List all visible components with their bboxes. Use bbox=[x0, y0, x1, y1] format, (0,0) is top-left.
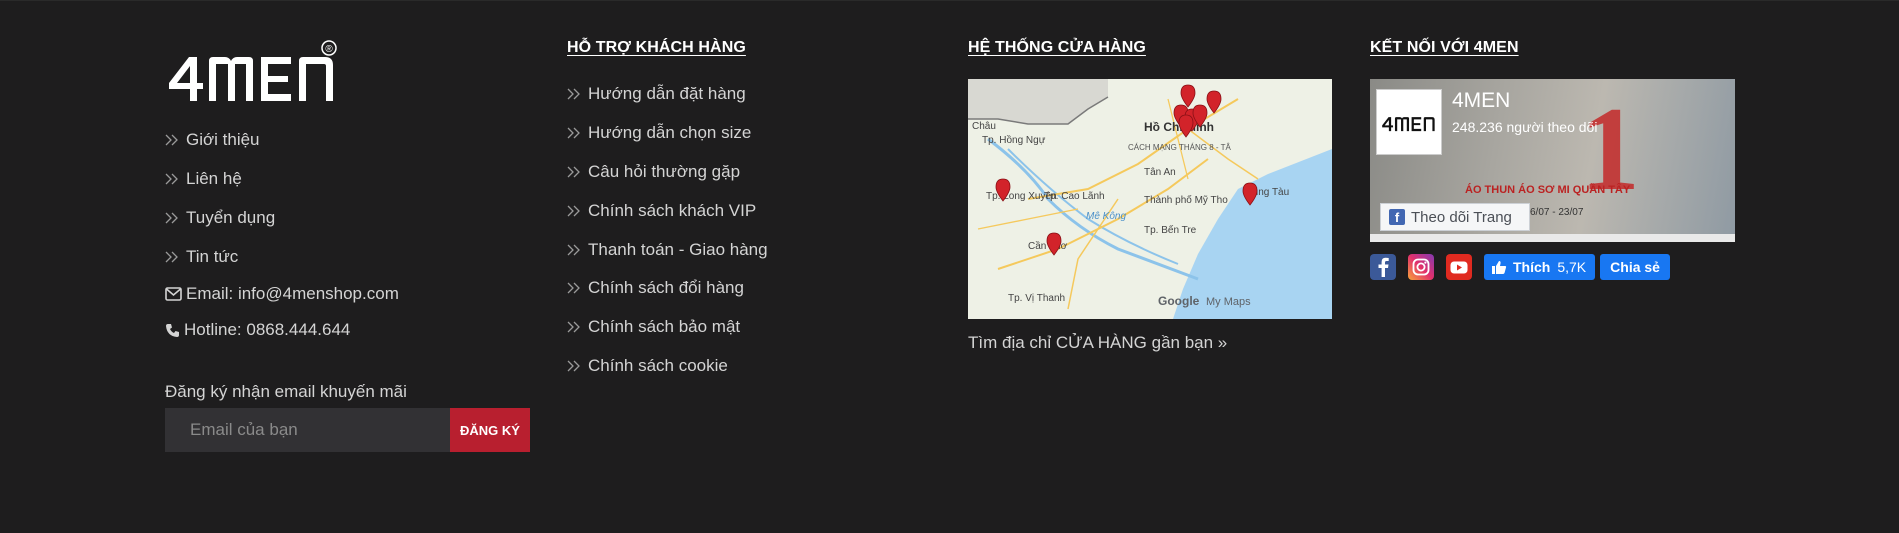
link-label: Tin tức bbox=[186, 246, 239, 266]
footer-about-column: ® Giới thiệu Liên hệ Tuyển dụng Tin tức … bbox=[165, 39, 535, 453]
support-heading: HỖ TRỢ KHÁCH HÀNG bbox=[567, 39, 746, 56]
facebook-share-button[interactable]: Chia sẻ bbox=[1600, 254, 1670, 280]
link-label: Chính sách đổi hàng bbox=[588, 278, 744, 298]
double-chevron-icon bbox=[165, 212, 178, 224]
double-chevron-icon bbox=[567, 282, 580, 294]
about-links: Giới thiệu Liên hệ Tuyển dụng Tin tức bbox=[165, 121, 535, 276]
link-chinh-sach-doi-hang[interactable]: Chính sách đổi hàng bbox=[567, 269, 937, 308]
my-maps-label: My Maps bbox=[1206, 296, 1251, 308]
double-chevron-icon bbox=[567, 205, 580, 217]
facebook-icon[interactable] bbox=[1370, 254, 1396, 280]
map-label: Tp. Bến Tre bbox=[1144, 224, 1197, 236]
envelope-icon bbox=[165, 287, 182, 301]
newsletter-submit-button[interactable]: ĐĂNG KÝ bbox=[450, 408, 530, 453]
double-chevron-icon bbox=[567, 127, 580, 139]
footer-support-column: HỖ TRỢ KHÁCH HÀNG Hướng dẫn đặt hàng Hướ… bbox=[567, 39, 937, 385]
map-label: CÁCH MẠNG THÁNG 8 - TÂ bbox=[1128, 143, 1231, 152]
site-footer: ® Giới thiệu Liên hệ Tuyển dụng Tin tức … bbox=[0, 0, 1899, 533]
link-lien-he[interactable]: Liên hệ bbox=[165, 160, 535, 199]
link-huong-dan-chon-size[interactable]: Hướng dẫn chọn size bbox=[567, 114, 937, 153]
instagram-icon[interactable] bbox=[1408, 254, 1434, 280]
facebook-like-button[interactable]: Thích 5,7K bbox=[1484, 254, 1596, 280]
footer-stores-column: HỆ THỐNG CỬA HÀNG Hồ Chí Minh Tp. Hồng N… bbox=[968, 39, 1338, 353]
contact-email[interactable]: Email: info@4menshop.com bbox=[165, 276, 535, 312]
contact-hotline[interactable]: Hotline: 0868.444.644 bbox=[165, 312, 535, 348]
registered-mark: ® bbox=[325, 44, 333, 55]
link-label: Liên hệ bbox=[186, 169, 242, 189]
follow-label: Theo dõi Trang bbox=[1411, 208, 1512, 226]
stores-heading: HỆ THỐNG CỬA HÀNG bbox=[968, 39, 1146, 56]
link-chinh-sach-bao-mat[interactable]: Chính sách bảo mật bbox=[567, 308, 937, 347]
map-label: Thành phố Mỹ Tho bbox=[1144, 194, 1228, 206]
link-huong-dan-dat-hang[interactable]: Hướng dẫn đặt hàng bbox=[567, 75, 937, 114]
promo-date: 6/07 - 23/07 bbox=[1530, 207, 1584, 218]
like-count: 5,7K bbox=[1557, 259, 1587, 275]
link-chinh-sach-cookie[interactable]: Chính sách cookie bbox=[567, 347, 937, 386]
google-logo: Google bbox=[1158, 294, 1200, 308]
double-chevron-icon bbox=[567, 166, 580, 178]
link-label: Hướng dẫn chọn size bbox=[588, 123, 752, 143]
map-label: Châu bbox=[972, 121, 996, 132]
facebook-icon: f bbox=[1389, 209, 1405, 225]
youtube-icon[interactable] bbox=[1446, 254, 1472, 280]
link-tin-tuc[interactable]: Tin tức bbox=[165, 237, 535, 276]
like-label: Thích bbox=[1513, 259, 1551, 275]
double-chevron-icon bbox=[165, 251, 178, 263]
map-label: Mê Kông bbox=[1086, 211, 1126, 222]
email-text: Email: info@4menshop.com bbox=[186, 284, 399, 304]
4men-avatar-logo bbox=[1382, 117, 1435, 132]
double-chevron-icon bbox=[165, 134, 178, 146]
4men-logo[interactable]: ® bbox=[165, 39, 340, 121]
plugin-bottom-strip bbox=[1370, 234, 1735, 242]
facebook-page-name[interactable]: 4MEN bbox=[1452, 89, 1510, 113]
facebook-followers: 248.236 người theo dõi bbox=[1452, 119, 1598, 135]
double-chevron-icon bbox=[567, 244, 580, 256]
support-links: Hướng dẫn đặt hàng Hướng dẫn chọn size C… bbox=[567, 75, 937, 385]
link-label: Giới thiệu bbox=[186, 130, 260, 150]
link-label: Câu hỏi thường gặp bbox=[588, 161, 741, 181]
footer-connect-column: KẾT NỐI VỚI 4MEN 1 ÁO THUN ÁO SƠ MI QUẦN… bbox=[1370, 39, 1740, 280]
find-store-link[interactable]: Tìm địa chỉ CỬA HÀNG gần bạn » bbox=[968, 333, 1338, 353]
connect-heading: KẾT NỐI VỚI 4MEN bbox=[1370, 39, 1519, 56]
newsletter-email-input[interactable] bbox=[165, 408, 450, 453]
link-cau-hoi-thuong-gap[interactable]: Câu hỏi thường gặp bbox=[567, 153, 937, 192]
link-label: Hướng dẫn đặt hàng bbox=[588, 84, 746, 104]
map-label: Tp. Hồng Ngự bbox=[982, 134, 1046, 146]
link-label: Thanh toán - Giao hàng bbox=[588, 239, 768, 259]
link-label: Tuyển dụng bbox=[186, 207, 276, 227]
newsletter-label: Đăng ký nhận email khuyến mãi bbox=[165, 382, 407, 402]
link-label: Chính sách bảo mật bbox=[588, 317, 741, 337]
link-chinh-sach-khach-vip[interactable]: Chính sách khách VIP bbox=[567, 191, 937, 230]
facebook-follow-button[interactable]: f Theo dõi Trang bbox=[1380, 203, 1530, 231]
phone-icon bbox=[166, 323, 179, 337]
link-label: Chính sách khách VIP bbox=[588, 200, 757, 220]
link-thanh-toan-giao-hang[interactable]: Thanh toán - Giao hàng bbox=[567, 230, 937, 269]
newsletter-form: ĐĂNG KÝ bbox=[165, 408, 535, 453]
thumbs-up-icon bbox=[1492, 260, 1507, 274]
hotline-text: Hotline: 0868.444.644 bbox=[184, 320, 351, 340]
facebook-page-avatar[interactable] bbox=[1376, 89, 1442, 155]
double-chevron-icon bbox=[165, 173, 178, 185]
facebook-page-plugin[interactable]: 1 ÁO THUN ÁO SƠ MI QUẦN TÂY 6/07 - 23/07… bbox=[1370, 79, 1735, 242]
map-label: Tp. Vị Thanh bbox=[1008, 293, 1065, 304]
map-label: Tân An bbox=[1144, 167, 1176, 178]
double-chevron-icon bbox=[567, 88, 580, 100]
link-gioi-thieu[interactable]: Giới thiệu bbox=[165, 121, 535, 160]
double-chevron-icon bbox=[567, 321, 580, 333]
store-map[interactable]: Hồ Chí Minh Tp. Hồng Ngự Châu Tp. Cao Lã… bbox=[968, 79, 1332, 319]
social-icons: Thích 5,7K Chia sẻ bbox=[1370, 254, 1740, 280]
map-label: Tp. Long Xuyên bbox=[986, 191, 1057, 202]
link-tuyen-dung[interactable]: Tuyển dụng bbox=[165, 199, 535, 238]
promo-items: ÁO THUN ÁO SƠ MI QUẦN TÂY bbox=[1465, 184, 1631, 196]
link-label: Chính sách cookie bbox=[588, 355, 728, 375]
double-chevron-icon bbox=[567, 360, 580, 372]
